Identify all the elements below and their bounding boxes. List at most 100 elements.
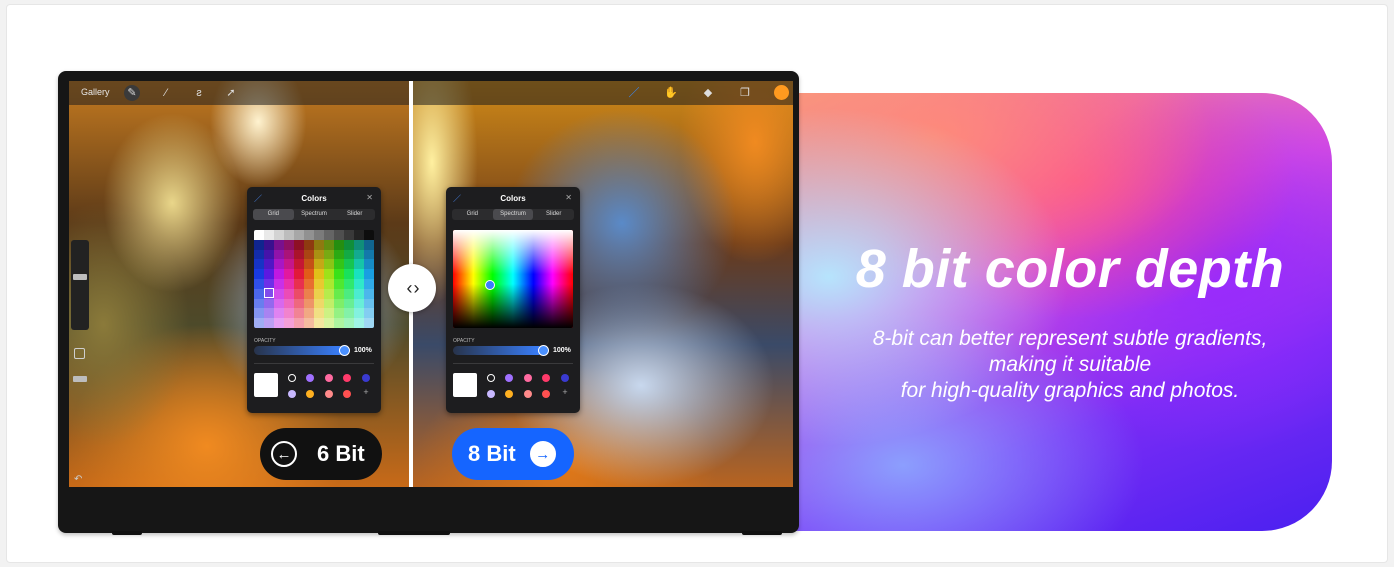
opacity-slider[interactable] <box>453 346 543 355</box>
grid-color-cell[interactable] <box>354 259 364 270</box>
grid-color-cell[interactable] <box>364 239 374 250</box>
color-swatch[interactable] <box>505 374 513 382</box>
grid-color-cell[interactable] <box>294 239 304 250</box>
eraser-icon[interactable]: ◆ <box>700 85 716 101</box>
grid-color-cell[interactable] <box>334 318 344 328</box>
grid-color-cell[interactable] <box>344 269 354 279</box>
layers-icon[interactable]: ❐ <box>737 85 753 101</box>
grid-color-cell[interactable] <box>354 230 364 240</box>
grid-color-cell[interactable] <box>264 239 274 250</box>
grid-color-cell[interactable] <box>314 259 324 270</box>
grid-color-cell[interactable] <box>344 249 354 260</box>
grid-color-cell[interactable] <box>314 249 324 260</box>
grid-color-cell[interactable] <box>264 230 274 240</box>
grid-color-cell[interactable] <box>354 269 364 279</box>
grid-color-cell[interactable] <box>294 298 304 309</box>
grid-color-cell[interactable] <box>344 298 354 309</box>
grid-color-cell[interactable] <box>304 230 314 240</box>
grid-color-cell[interactable] <box>254 318 264 328</box>
grid-color-cell[interactable] <box>274 230 284 240</box>
grid-color-cell[interactable] <box>324 269 334 279</box>
primary-color-swatch[interactable] <box>453 373 477 397</box>
grid-color-cell[interactable] <box>334 288 344 299</box>
tab-slider[interactable]: Slider <box>334 209 375 220</box>
grid-color-cell[interactable] <box>254 308 264 319</box>
grid-color-cell[interactable] <box>274 259 284 270</box>
grid-color-cell[interactable] <box>284 298 294 309</box>
grid-color-cell[interactable] <box>274 249 284 260</box>
color-swatch[interactable] <box>524 390 532 398</box>
grid-color-cell[interactable] <box>274 269 284 279</box>
grid-color-cell[interactable] <box>354 279 364 289</box>
grid-color-cell[interactable] <box>364 318 374 328</box>
grid-color-cell[interactable] <box>364 230 374 240</box>
grid-color-cell[interactable] <box>254 249 264 260</box>
grid-color-cell[interactable] <box>324 308 334 319</box>
grid-color-cell[interactable] <box>314 230 324 240</box>
grid-color-cell[interactable] <box>284 318 294 328</box>
grid-color-cell[interactable] <box>324 230 334 240</box>
brush-size-slider[interactable] <box>73 274 87 280</box>
color-swatch[interactable] <box>561 374 569 382</box>
spectrum-picker[interactable] <box>485 280 495 290</box>
smudge-icon[interactable]: ✋ <box>663 85 679 101</box>
color-spectrum[interactable] <box>453 230 573 328</box>
grid-color-cell[interactable] <box>264 298 274 309</box>
grid-color-cell[interactable] <box>284 308 294 319</box>
grid-color-cell[interactable] <box>344 318 354 328</box>
grid-color-cell[interactable] <box>284 288 294 299</box>
color-swatch[interactable] <box>524 374 532 382</box>
grid-color-cell[interactable] <box>354 308 364 319</box>
grid-color-cell[interactable] <box>304 259 314 270</box>
grid-color-cell[interactable] <box>284 259 294 270</box>
grid-color-cell[interactable] <box>264 259 274 270</box>
grid-color-cell[interactable] <box>264 318 274 328</box>
grid-color-cell[interactable] <box>354 249 364 260</box>
current-color-swatch[interactable] <box>774 85 789 100</box>
grid-color-cell[interactable] <box>334 230 344 240</box>
grid-color-cell[interactable] <box>284 230 294 240</box>
grid-color-cell[interactable] <box>334 298 344 309</box>
color-swatch[interactable] <box>505 390 513 398</box>
swatch-selected-ring[interactable] <box>288 374 296 382</box>
color-swatch[interactable] <box>343 374 351 382</box>
grid-color-cell[interactable] <box>364 288 374 299</box>
grid-color-cell[interactable] <box>274 318 284 328</box>
grid-color-cell[interactable] <box>354 288 364 299</box>
grid-color-cell[interactable] <box>364 308 374 319</box>
grid-color-cell[interactable] <box>324 279 334 289</box>
grid-color-cell[interactable] <box>334 279 344 289</box>
grid-color-cell[interactable] <box>334 239 344 250</box>
grid-color-cell[interactable] <box>304 308 314 319</box>
grid-color-cell[interactable] <box>284 239 294 250</box>
grid-color-cell[interactable] <box>294 230 304 240</box>
grid-color-cell[interactable] <box>284 269 294 279</box>
opacity-slider-knob[interactable] <box>339 345 350 356</box>
compare-handle[interactable]: ‹ › <box>388 264 436 312</box>
grid-color-cell[interactable] <box>284 249 294 260</box>
color-swatch[interactable] <box>306 390 314 398</box>
grid-color-cell[interactable] <box>254 239 264 250</box>
grid-color-cell[interactable] <box>274 298 284 309</box>
tab-grid[interactable]: Grid <box>452 209 493 220</box>
grid-color-cell[interactable] <box>324 239 334 250</box>
color-swatch[interactable] <box>343 390 351 398</box>
grid-color-cell[interactable] <box>254 298 264 309</box>
grid-color-cell[interactable] <box>254 279 264 289</box>
color-swatch[interactable] <box>487 390 495 398</box>
grid-color-cell[interactable] <box>364 259 374 270</box>
grid-color-cell[interactable] <box>364 249 374 260</box>
grid-color-cell[interactable] <box>334 259 344 270</box>
grid-color-cell[interactable] <box>364 298 374 309</box>
color-swatch[interactable] <box>325 374 333 382</box>
grid-color-cell[interactable] <box>304 279 314 289</box>
grid-color-cell[interactable] <box>304 239 314 250</box>
gallery-button[interactable]: Gallery <box>81 87 110 97</box>
color-grid[interactable] <box>254 230 374 328</box>
grid-color-cell[interactable] <box>264 249 274 260</box>
grid-color-cell[interactable] <box>254 259 264 270</box>
grid-color-cell[interactable] <box>354 298 364 309</box>
grid-color-cell[interactable] <box>324 249 334 260</box>
color-swatch[interactable] <box>362 374 370 382</box>
add-swatch-icon[interactable]: + <box>561 388 569 397</box>
